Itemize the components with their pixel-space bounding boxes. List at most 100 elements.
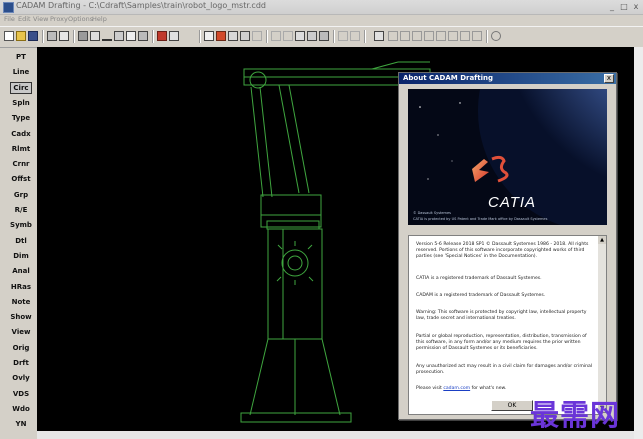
menu-options[interactable]: Options xyxy=(68,15,93,23)
help-arrow-icon[interactable] xyxy=(169,31,179,41)
toolbar-separator xyxy=(73,30,75,43)
cut-icon[interactable] xyxy=(271,31,281,41)
palette-button-offst[interactable]: Offst xyxy=(10,173,32,185)
menu-edit[interactable]: Edit xyxy=(18,15,31,23)
menu-proxy[interactable]: Proxy xyxy=(50,15,68,23)
redo-icon[interactable] xyxy=(350,31,360,41)
palette-button-circ[interactable]: Circ xyxy=(10,81,32,94)
copy-icon[interactable] xyxy=(283,31,293,41)
toolbar-separator xyxy=(266,30,268,43)
attach-icon[interactable] xyxy=(491,31,501,41)
right-link-outer xyxy=(278,84,300,194)
scroll-up-icon[interactable]: ▲ xyxy=(598,236,606,244)
palette-button-r-e[interactable]: R/E xyxy=(10,204,32,216)
menu-view[interactable]: View xyxy=(33,15,48,23)
toolbar xyxy=(0,26,643,48)
pen-icon[interactable] xyxy=(102,31,112,41)
right-frame-strip xyxy=(634,47,643,439)
palette-button-view[interactable]: View xyxy=(10,326,32,338)
redraw-icon[interactable] xyxy=(126,31,136,41)
snap-icon[interactable] xyxy=(240,31,250,41)
print-icon[interactable] xyxy=(78,31,88,41)
ok-button[interactable]: OK xyxy=(491,400,533,411)
color-icon[interactable] xyxy=(216,31,226,41)
palette-button-pt[interactable]: PT xyxy=(10,51,32,63)
arm-link-top xyxy=(371,61,399,70)
toolbar-separator xyxy=(333,30,335,43)
menu-help[interactable]: Help xyxy=(92,15,107,23)
dialog-close-button[interactable]: x xyxy=(604,74,614,83)
palette-button-rlmt[interactable]: Rlmt xyxy=(10,143,32,155)
minimize-button[interactable]: _ xyxy=(606,1,618,12)
new-file-icon[interactable] xyxy=(4,31,14,41)
command-palette: PT Line Circ Spln Type Cadx Rlmt Crnr Offst Grp R/… xyxy=(0,47,36,439)
palette-button-spln[interactable]: Spln xyxy=(10,97,32,109)
distribute-icon[interactable] xyxy=(448,31,458,41)
palette-button-note[interactable]: Note xyxy=(10,296,32,308)
base-right-edge xyxy=(321,338,341,416)
palette-button-drft[interactable]: Drft xyxy=(10,357,32,369)
zoom-icon[interactable] xyxy=(90,31,100,41)
palette-button-wdo[interactable]: Wdo xyxy=(10,403,32,415)
window-title: CADAM Drafting - C:\Cdraft\Samples\train… xyxy=(16,1,266,10)
about-text-box[interactable]: Version 5-6 Release 2018 SP1 © Dassault … xyxy=(408,235,600,415)
palette-button-anal[interactable]: Anal xyxy=(10,265,32,277)
toolbar-separator xyxy=(364,30,366,43)
ungroup-icon[interactable] xyxy=(472,31,482,41)
palette-button-dtl[interactable]: Dtl xyxy=(10,235,32,247)
menu-file[interactable]: File xyxy=(4,15,15,23)
group-icon[interactable] xyxy=(460,31,470,41)
measure-icon[interactable] xyxy=(252,31,262,41)
cadam-trademark-paragraph: CADAM is a registered trademark of Dassa… xyxy=(416,293,546,298)
align-right-icon[interactable] xyxy=(412,31,422,41)
maximize-button[interactable]: □ xyxy=(618,1,630,12)
align-bottom-icon[interactable] xyxy=(436,31,446,41)
palette-button-grp[interactable]: Grp xyxy=(10,189,32,201)
about-text-scrollbar[interactable]: ▲ ▼ xyxy=(598,235,607,413)
open-folder-icon[interactable] xyxy=(16,31,26,41)
palette-button-show[interactable]: Show xyxy=(10,311,32,323)
palette-button-line[interactable]: Line xyxy=(10,66,32,78)
dialog-title-bar[interactable]: About CADAM Drafting x xyxy=(399,73,616,84)
cadam-website-link[interactable]: cadam.com xyxy=(443,386,470,391)
palette-button-orig[interactable]: Orig xyxy=(10,342,32,354)
palette-button-vds[interactable]: VDS xyxy=(10,388,32,400)
pan-icon[interactable] xyxy=(114,31,124,41)
base-left-edge xyxy=(249,338,269,416)
stop-icon[interactable] xyxy=(157,31,167,41)
palette-button-symb[interactable]: Symb xyxy=(10,219,32,231)
palette-button-dim[interactable]: Dim xyxy=(10,250,32,262)
shoulder-joint xyxy=(249,71,267,89)
save-icon[interactable] xyxy=(28,31,38,41)
elbow-flange xyxy=(266,220,320,230)
left-link-outer xyxy=(250,86,264,198)
grid-icon[interactable] xyxy=(228,31,238,41)
close-window-button[interactable]: x xyxy=(630,1,642,12)
palette-button-crnr[interactable]: Crnr xyxy=(10,158,32,170)
paste-icon[interactable] xyxy=(295,31,305,41)
palette-button-type[interactable]: Type xyxy=(10,112,32,124)
undo-icon[interactable] xyxy=(338,31,348,41)
palette-button-hras[interactable]: HRas xyxy=(10,281,32,293)
align-center-icon[interactable] xyxy=(400,31,410,41)
banner-note: © Dassault Systemes xyxy=(413,211,451,215)
dimension-icon[interactable] xyxy=(374,31,384,41)
align-left-icon[interactable] xyxy=(388,31,398,41)
drawing-canvas[interactable]: About CADAM Drafting x CATIA © Dassault … xyxy=(37,47,634,431)
fit-icon[interactable] xyxy=(138,31,148,41)
warning-paragraph: Warning: This software is protected by c… xyxy=(416,310,587,321)
print-preview-icon[interactable] xyxy=(47,31,57,41)
palette-button-yn[interactable]: YN xyxy=(10,418,32,430)
drive-gear-hub xyxy=(287,255,303,271)
select-icon[interactable] xyxy=(319,31,329,41)
delete-icon[interactable] xyxy=(307,31,317,41)
visit-prefix: Please visit xyxy=(416,386,442,391)
palette-button-ovly[interactable]: Ovly xyxy=(10,372,32,384)
title-bar[interactable]: CADAM Drafting - C:\Cdraft\Samples\train… xyxy=(0,0,643,15)
properties-icon[interactable] xyxy=(59,31,69,41)
toolbar-separator xyxy=(199,30,201,43)
palette-button-cadx[interactable]: Cadx xyxy=(10,128,32,140)
app-icon[interactable] xyxy=(3,2,14,13)
layer-icon[interactable] xyxy=(204,31,214,41)
align-top-icon[interactable] xyxy=(424,31,434,41)
